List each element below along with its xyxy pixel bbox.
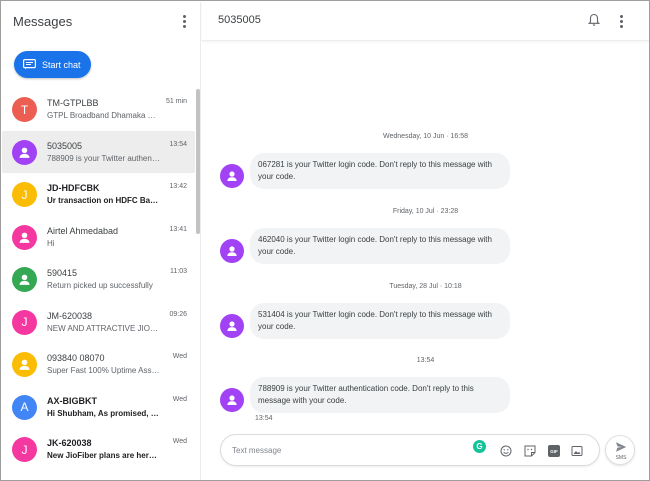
contact-avatar xyxy=(12,224,37,250)
conversation-name: JD-HDFCBK xyxy=(47,183,100,193)
bell-icon[interactable] xyxy=(587,13,601,27)
conversation-time: Wed xyxy=(172,395,187,403)
thread-header: 5035005 xyxy=(202,2,649,41)
conversation-name: TM-GTPLBB xyxy=(47,98,99,108)
conversation-sidebar: Messages Start chat T TM-GTPLBB GTPL Broad… xyxy=(2,2,201,480)
conversation-snippet: GTPL Broadband Dhamaka Offer xyxy=(47,111,161,120)
conversation-time: 11:03 xyxy=(170,268,187,275)
conversation-snippet: New JioFiber plans are here for you xyxy=(47,451,161,460)
message-timestamp: 13:54 xyxy=(255,415,273,422)
conversation-time: 13:42 xyxy=(169,183,187,190)
more-options-icon[interactable] xyxy=(176,13,192,29)
conversation-time: 51 min xyxy=(165,98,187,105)
contact-avatar xyxy=(12,139,37,165)
contact-avatar xyxy=(12,352,37,377)
conversation-name: 5035005 xyxy=(47,140,83,151)
conversation-snippet: Ur transaction on HDFC Bank Card xyxy=(47,196,161,205)
grammarly-icon[interactable]: G xyxy=(473,440,486,453)
person-icon xyxy=(227,395,237,405)
sender-avatar xyxy=(220,164,244,188)
send-sms-button[interactable]: SMS xyxy=(605,435,635,465)
person-icon xyxy=(227,321,237,331)
conversation-name: JK-620038 xyxy=(47,438,92,448)
person-icon xyxy=(227,171,237,181)
gif-icon[interactable]: GIF xyxy=(548,445,560,457)
contact-avatar: J xyxy=(12,437,37,462)
conversation-item[interactable]: Airtel Ahmedabad Hi 13:41 xyxy=(2,216,195,259)
conversation-item[interactable]: T TM-GTPLBB GTPL Broadband Dhamaka Offer 51… xyxy=(2,88,195,131)
conversation-item[interactable]: A AX-BIGBKT Hi Shubham, As promised, you g… xyxy=(2,386,195,429)
date-divider: Tuesday, 28 Jul · 10:18 xyxy=(389,283,462,290)
message-bubble[interactable]: 067281 is your Twitter login code. Don't… xyxy=(250,153,510,189)
sender-avatar xyxy=(220,239,244,263)
person-icon xyxy=(19,232,30,243)
start-chat-button[interactable]: Start chat xyxy=(14,51,91,78)
conversation-snippet: Super Fast 100% Uptime Assured xyxy=(47,366,161,375)
conversation-item[interactable]: 5035005 788909 is your Twitter authentica… xyxy=(2,130,195,173)
contact-avatar xyxy=(12,267,37,292)
conversation-item[interactable]: J JK-620038 New JioFiber plans are here fo… xyxy=(2,428,195,471)
conversation-time: Wed xyxy=(172,438,187,445)
app-title: Messages xyxy=(13,14,73,29)
message-bubble[interactable]: 531404 is your Twitter login code. Don't… xyxy=(250,303,510,339)
message-input[interactable] xyxy=(232,441,462,459)
thread-title: 5035005 xyxy=(218,14,261,26)
image-attach-icon[interactable] xyxy=(571,445,583,457)
conversation-item[interactable]: 093840 08070 Super Fast 100% Uptime Assur… xyxy=(2,343,195,386)
conversation-name: 093840 08070 xyxy=(47,353,105,363)
conversation-snippet: 788909 is your Twitter authentication co… xyxy=(47,153,161,163)
conversation-name: AX-BIGBKT xyxy=(47,395,97,406)
conversation-time: 09:26 xyxy=(169,310,187,318)
sidebar-scrollbar[interactable] xyxy=(196,89,200,234)
new-chat-icon xyxy=(23,59,36,70)
contact-avatar: J xyxy=(12,309,37,335)
conversation-item[interactable]: J JD-HDFCBK Ur transaction on HDFC Bank Ca… xyxy=(2,173,195,216)
conversation-name: JM-620038 xyxy=(47,310,93,321)
conversation-list: T TM-GTPLBB GTPL Broadband Dhamaka Offer 51… xyxy=(2,88,195,471)
message-bubble[interactable]: 788909 is your Twitter authentication co… xyxy=(250,377,510,413)
time-divider: 13:54 xyxy=(416,357,435,364)
thread-more-options-icon[interactable] xyxy=(613,13,629,29)
conversation-snippet: NEW AND ATTRACTIVE JIOFIBER PLANS xyxy=(47,323,161,333)
conversation-item[interactable]: J JM-620038 NEW AND ATTRACTIVE JIOFIBER PL… xyxy=(2,301,195,344)
sender-avatar xyxy=(220,388,244,412)
sidebar-header: Messages xyxy=(2,2,201,42)
contact-avatar: T xyxy=(12,97,37,122)
conversation-time: Wed xyxy=(172,353,187,360)
conversation-name: 590415 xyxy=(47,268,78,278)
conversation-time: 13:41 xyxy=(169,225,187,233)
date-divider: Friday, 10 Jul · 23:28 xyxy=(392,208,459,215)
sender-avatar xyxy=(220,314,244,338)
message-composer: G GIF xyxy=(220,434,600,466)
conversation-snippet: Hi xyxy=(47,238,55,248)
date-divider: Wednesday, 10 Jun · 16:58 xyxy=(383,133,468,140)
person-icon xyxy=(19,359,30,370)
app-window: Messages Start chat T TM-GTPLBB GTPL Broad… xyxy=(0,0,650,481)
conversation-time: 13:54 xyxy=(169,140,187,148)
sticker-icon[interactable] xyxy=(524,445,536,457)
person-icon xyxy=(19,274,30,285)
contact-avatar: J xyxy=(12,182,37,207)
conversation-snippet: Return picked up successfully xyxy=(47,281,153,290)
message-thread-panel: 5035005 Wednesday, 10 Jun · 16:58 067281… xyxy=(202,2,649,480)
send-icon xyxy=(616,442,627,452)
conversation-snippet: Hi Shubham, As promised, you get xyxy=(47,408,161,418)
emoji-icon[interactable] xyxy=(500,445,512,457)
send-sms-label: SMS xyxy=(615,455,627,461)
person-icon xyxy=(227,246,237,256)
start-chat-label: Start chat xyxy=(42,59,81,70)
conversation-name: Airtel Ahmedabad xyxy=(47,225,119,236)
contact-avatar: A xyxy=(12,394,37,420)
message-bubble[interactable]: 462040 is your Twitter login code. Don't… xyxy=(250,228,510,264)
person-icon xyxy=(19,147,30,158)
conversation-item[interactable]: 590415 Return picked up successfully 11:03 xyxy=(2,258,195,301)
